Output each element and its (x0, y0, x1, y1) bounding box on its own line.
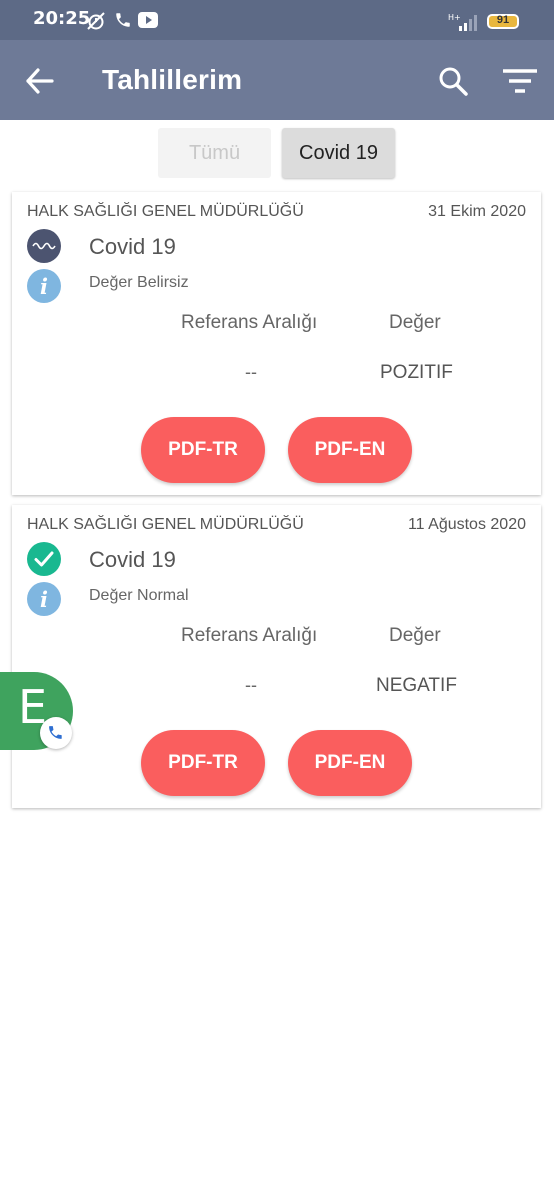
value-status: Değer Normal (89, 587, 189, 604)
status-time: 20:25 (33, 8, 91, 29)
result-card: HALK SAĞLIĞI GENEL MÜDÜRLÜĞÜ 31 Ekim 202… (12, 192, 541, 495)
info-icon[interactable]: i (27, 582, 61, 616)
wave-icon (27, 229, 61, 263)
battery-level: 91 (496, 14, 510, 26)
pdf-en-button[interactable]: PDF-EN (288, 417, 412, 483)
organization-name: HALK SAĞLIĞI GENEL MÜDÜRLÜĞÜ (27, 203, 304, 220)
result-date: 11 Ağustos 2020 (407, 516, 526, 533)
search-icon[interactable] (436, 64, 470, 98)
status-bar: 20:25 H+ 91 (0, 0, 554, 40)
phone-icon[interactable] (40, 717, 72, 749)
check-icon (27, 542, 61, 576)
value-status: Değer Belirsiz (89, 274, 189, 291)
test-name: Covid 19 (89, 234, 176, 259)
pdf-tr-button[interactable]: PDF-TR (141, 417, 265, 483)
phone-icon (116, 13, 130, 27)
battery-icon: 91 (487, 14, 519, 29)
floating-contact-button[interactable]: E (0, 672, 73, 750)
pdf-tr-button[interactable]: PDF-TR (141, 730, 265, 796)
result-value: NEGATIF (376, 675, 457, 696)
reference-range-value: -- (245, 675, 257, 695)
test-name: Covid 19 (89, 547, 176, 572)
alarm-off-icon (87, 12, 105, 30)
filter-icon[interactable] (500, 66, 540, 100)
pdf-en-button[interactable]: PDF-EN (288, 730, 412, 796)
svg-text:H+: H+ (448, 13, 461, 22)
value-header: Değer (389, 312, 441, 333)
organization-name: HALK SAĞLIĞI GENEL MÜDÜRLÜĞÜ (27, 516, 304, 533)
page-title: Tahlillerim (102, 64, 243, 95)
info-icon[interactable]: i (27, 269, 61, 303)
signal-icon: H+ (448, 13, 477, 31)
result-value: POZITIF (380, 362, 453, 383)
app-bar: Tahlillerim (0, 40, 554, 120)
filter-chip-covid[interactable]: Covid 19 (282, 128, 395, 178)
back-arrow-icon[interactable] (22, 64, 58, 98)
svg-text:i: i (40, 587, 48, 612)
reference-range-value: -- (245, 362, 257, 382)
filter-chip-all[interactable]: Tümü (158, 128, 271, 178)
result-card: HALK SAĞLIĞI GENEL MÜDÜRLÜĞÜ 11 Ağustos … (12, 505, 541, 808)
svg-text:i: i (40, 274, 48, 299)
result-date: 31 Ekim 2020 (428, 203, 526, 220)
reference-range-header: Referans Aralığı (181, 625, 318, 646)
value-header: Değer (389, 625, 441, 646)
reference-range-header: Referans Aralığı (181, 312, 318, 333)
youtube-icon (138, 12, 158, 28)
